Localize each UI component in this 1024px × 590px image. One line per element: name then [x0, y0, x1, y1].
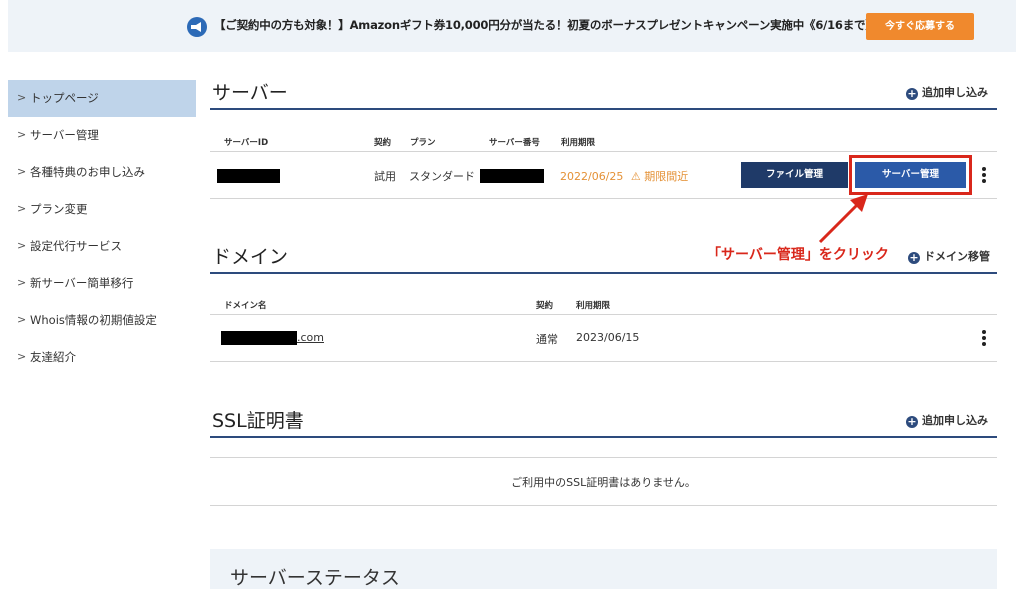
chevron-right-icon: > [17, 350, 27, 363]
domain-expiry: 2023/06/15 [576, 331, 640, 344]
sidebar-item-label: 設定代行サービス [30, 239, 122, 253]
col-server-number: サーバー番号 [489, 138, 540, 148]
table-divider [210, 457, 997, 458]
chevron-right-icon: > [17, 239, 27, 252]
ssl-add-link[interactable]: + 追加申し込み [906, 412, 988, 428]
banner-text: 【ご契約中の方も対象！】Amazonギフト券10,000円分が当たる！初夏のボー… [214, 18, 877, 32]
chevron-right-icon: > [17, 276, 27, 289]
domain-section-title: ドメイン [212, 246, 289, 268]
sidebar-item-top[interactable]: > トップページ [8, 80, 196, 117]
col-expiry: 利用期限 [561, 138, 596, 148]
plus-circle-icon: + [906, 87, 918, 100]
sidebar-item-label: 新サーバー簡単移行 [30, 276, 134, 290]
sidebar: > トップページ > サーバー管理 > 各種特典のお申し込み > プラン変更 >… [8, 80, 196, 376]
chevron-right-icon: > [17, 91, 27, 104]
redacted-server-number [480, 169, 544, 183]
redacted-domain-name [221, 331, 297, 345]
megaphone-icon [187, 17, 207, 37]
sidebar-item-label: サーバー管理 [30, 128, 99, 142]
col-domain-name: ドメイン名 [224, 301, 267, 311]
apply-now-button[interactable]: 今すぐ応募する [866, 13, 974, 40]
sidebar-item-label: プラン変更 [30, 202, 88, 216]
col-plan: プラン [410, 138, 436, 148]
sidebar-item-label: Whois情報の初期値設定 [30, 313, 157, 327]
table-divider [210, 505, 997, 506]
server-status-section: サーバーステータス [210, 549, 997, 589]
section-divider [210, 108, 997, 110]
highlight-box [849, 155, 972, 195]
domain-contract: 通常 [536, 333, 558, 346]
chevron-right-icon: > [17, 202, 27, 215]
sidebar-item-migration[interactable]: > 新サーバー簡単移行 [8, 265, 196, 302]
domain-transfer-link[interactable]: + ドメイン移管 [908, 248, 990, 264]
server-section-title: サーバー [212, 82, 288, 104]
server-plan: スタンダード [409, 170, 475, 183]
campaign-banner: 【ご契約中の方も対象！】Amazonギフト券10,000円分が当たる！初夏のボー… [8, 0, 1016, 52]
add-link-label: 追加申し込み [922, 86, 988, 99]
more-menu-icon[interactable] [982, 167, 986, 185]
ssl-section-title: SSL証明書 [212, 410, 304, 432]
col-expiry: 利用期限 [576, 301, 611, 311]
sidebar-item-label: 各種特典のお申し込み [30, 165, 145, 179]
file-management-button[interactable]: ファイル管理 [741, 162, 848, 188]
section-divider [210, 272, 997, 274]
sidebar-item-server-management[interactable]: > サーバー管理 [8, 117, 196, 154]
server-status-title: サーバーステータス [230, 567, 400, 589]
expiry-warning: 期限間近 [644, 170, 689, 183]
section-divider [210, 436, 997, 438]
plus-circle-icon: + [908, 251, 920, 264]
table-divider [210, 314, 997, 315]
sidebar-item-plan-change[interactable]: > プラン変更 [8, 191, 196, 228]
col-server-id: サーバーID [224, 138, 269, 148]
sidebar-item-benefits[interactable]: > 各種特典のお申し込み [8, 154, 196, 191]
col-contract: 契約 [536, 301, 554, 311]
transfer-link-label: ドメイン移管 [924, 250, 990, 263]
server-add-link[interactable]: + 追加申し込み [906, 84, 988, 100]
col-contract: 契約 [374, 138, 392, 148]
plus-circle-icon: + [906, 415, 918, 428]
annotation-arrow [818, 194, 868, 244]
sidebar-item-whois[interactable]: > Whois情報の初期値設定 [8, 302, 196, 339]
table-divider [210, 151, 997, 152]
domain-name-link[interactable]: .com [297, 331, 324, 344]
table-divider [210, 361, 997, 362]
more-menu-icon[interactable] [982, 330, 986, 348]
ssl-empty-message: ご利用中のSSL証明書はありません。 [511, 476, 696, 489]
annotation-text: 「サーバー管理」をクリック [707, 247, 889, 263]
server-contract: 試用 [374, 170, 396, 183]
chevron-right-icon: > [17, 165, 27, 178]
sidebar-item-label: 友達紹介 [30, 350, 76, 364]
sidebar-item-label: トップページ [30, 91, 99, 105]
warning-icon: ⚠ [630, 170, 641, 183]
redacted-server-id [217, 169, 280, 183]
expiry-date: 2022/06/25 [560, 170, 624, 183]
server-expiry: 2022/06/25 ⚠ 期限間近 [560, 168, 688, 184]
chevron-right-icon: > [17, 128, 27, 141]
sidebar-item-referral[interactable]: > 友達紹介 [8, 339, 196, 376]
add-link-label: 追加申し込み [922, 414, 988, 427]
sidebar-item-setup-service[interactable]: > 設定代行サービス [8, 228, 196, 265]
chevron-right-icon: > [17, 313, 27, 326]
